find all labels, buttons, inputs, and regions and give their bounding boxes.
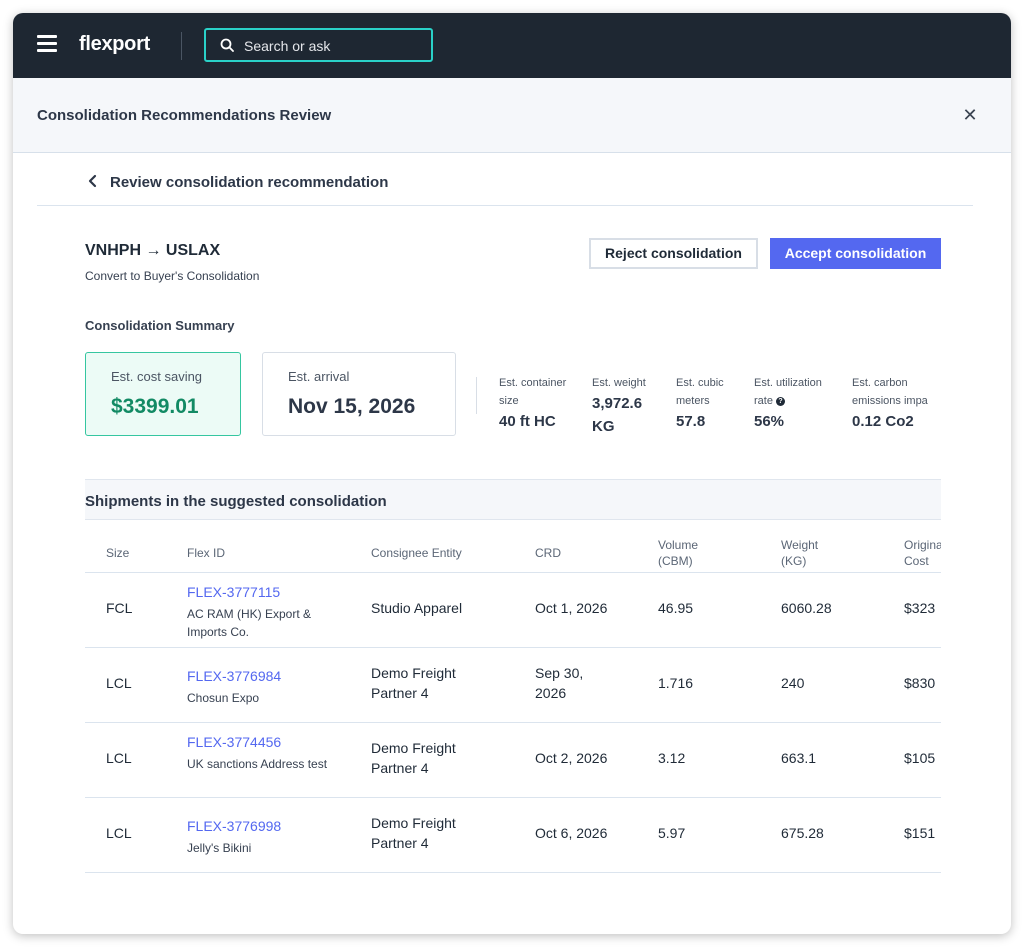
volume-cell: 46.95 — [658, 600, 694, 616]
cost-cell: $830 — [904, 675, 936, 691]
table-row[interactable]: LCL FLEX-3774456 UK sanctions Address te… — [85, 723, 941, 798]
column-header-consignee: Consignee Entity — [371, 546, 462, 560]
flexport-logo[interactable]: flexport — [79, 33, 150, 56]
metric-value: 0.12 Co2 — [852, 413, 914, 430]
shipper-name: AC RAM (HK) Export & Imports Co. — [187, 607, 312, 639]
crd-cell: Oct 6, 2026 — [535, 825, 608, 841]
column-header-flex-id: Flex ID — [187, 546, 226, 560]
column-header-weight: Weight (KG) — [781, 538, 819, 568]
cost-cell: $323 — [904, 600, 936, 616]
consignee-cell: Studio Apparel — [371, 600, 463, 616]
table-row[interactable]: FCL FLEX-3777115 AC RAM (HK) Export & Im… — [85, 573, 941, 648]
size-cell: FCL — [106, 600, 133, 616]
column-header-crd: CRD — [535, 546, 561, 560]
metrics-divider — [476, 377, 477, 414]
reject-consolidation-button[interactable]: Reject consolidation — [589, 238, 758, 269]
cost-cell: $105 — [904, 750, 936, 766]
crd-cell: Oct 1, 2026 — [535, 600, 608, 616]
route-subtitle: Convert to Buyer's Consolidation — [85, 269, 260, 283]
summary-title: Consolidation Summary — [85, 318, 235, 333]
accept-consolidation-button[interactable]: Accept consolidation — [770, 238, 941, 269]
app-window: flexport Consolidation Recommendations R… — [13, 13, 1011, 934]
back-link[interactable]: Review consolidation recommendation — [110, 174, 388, 191]
close-icon[interactable]: ✕ — [960, 105, 980, 125]
cost-saving-label: Est. cost saving — [111, 369, 203, 384]
volume-cell: 1.716 — [658, 675, 694, 691]
back-row: Review consolidation recommendation — [37, 153, 973, 206]
column-header-size: Size — [106, 546, 130, 560]
cost-saving-value: $3399.01 — [111, 395, 199, 418]
consignee-cell: Demo Freight Partner 4 — [371, 740, 456, 776]
shipments-table: Size Flex ID Consignee Entity CRD Volume… — [85, 520, 941, 875]
volume-cell: 3.12 — [658, 750, 686, 766]
metric-value: 57.8 — [676, 413, 706, 430]
panel-title: Consolidation Recommendations Review — [37, 107, 332, 124]
size-cell: LCL — [106, 675, 132, 691]
panel-header: Consolidation Recommendations Review ✕ — [13, 78, 1011, 153]
shipments-title: Shipments in the suggested consolidation — [85, 493, 387, 510]
cost-saving-card: Est. cost saving $3399.01 — [85, 352, 241, 436]
search-input[interactable] — [244, 36, 424, 56]
cost-cell: $151 — [904, 825, 936, 841]
consignee-cell: Demo Freight Partner 4 — [371, 665, 456, 701]
consignee-cell: Demo Freight Partner 4 — [371, 815, 456, 851]
size-cell: LCL — [106, 825, 132, 841]
metric-label: Est. utilization rate — [754, 377, 822, 407]
arrival-card: Est. arrival Nov 15, 2026 — [262, 352, 456, 436]
size-cell: LCL — [106, 750, 132, 766]
chevron-left-icon[interactable] — [87, 174, 99, 188]
column-header-volume: Volume (CBM) — [658, 538, 699, 568]
weight-cell: 240 — [781, 675, 805, 691]
route-title: VNHPH → USLAX — [85, 242, 221, 259]
metric-cubic-meters: Est. cubic meters 57.8 — [676, 374, 738, 433]
crd-cell: Sep 30, 2026 — [535, 665, 584, 701]
metric-weight: Est. weight 3,972.6 KG — [592, 374, 662, 438]
arrival-value: Nov 15, 2026 — [288, 395, 416, 418]
search-box[interactable] — [204, 28, 433, 62]
column-header-original-cost: Origina Cost — [904, 538, 941, 568]
crd-cell: Oct 2, 2026 — [535, 750, 608, 766]
weight-cell: 675.28 — [781, 825, 824, 841]
shipper-name: UK sanctions Address test — [187, 757, 328, 771]
shipper-name: Chosun Expo — [187, 691, 260, 705]
menu-icon[interactable] — [37, 35, 57, 53]
shipments-section-header: Shipments in the suggested consolidation — [85, 479, 941, 520]
metric-container-size: Est. container size 40 ft HC — [499, 374, 581, 433]
metric-value: 40 ft HC — [499, 413, 556, 430]
volume-cell: 5.97 — [658, 825, 686, 841]
info-icon[interactable]: ? — [775, 397, 785, 406]
weight-cell: 6060.28 — [781, 600, 832, 616]
metric-label: Est. carbon emissions impa — [852, 377, 928, 407]
arrival-label: Est. arrival — [288, 369, 350, 384]
metric-label: Est. weight — [592, 377, 646, 389]
flex-id-link[interactable]: FLEX-3776984 — [187, 668, 281, 684]
metric-value: 3,972.6 KG — [592, 395, 643, 435]
table-row[interactable]: LCL FLEX-3776998 Jelly's Bikini Demo Fre… — [85, 798, 941, 873]
top-nav-bar: flexport — [13, 13, 1011, 78]
metric-label: Est. container size — [499, 377, 567, 407]
shipper-name: Jelly's Bikini — [187, 841, 252, 855]
metric-value: 56% — [754, 413, 785, 430]
metric-label: Est. cubic meters — [676, 377, 724, 407]
flex-id-link[interactable]: FLEX-3774456 — [187, 734, 281, 750]
flex-id-link[interactable]: FLEX-3777115 — [187, 584, 280, 600]
metric-carbon-emissions: Est. carbon emissions impa 0.12 Co2 — [852, 374, 941, 433]
table-row[interactable]: LCL FLEX-3776984 Chosun Expo Demo Freigh… — [85, 648, 941, 723]
weight-cell: 663.1 — [781, 750, 817, 766]
search-icon — [220, 38, 234, 52]
flex-id-link[interactable]: FLEX-3776998 — [187, 818, 281, 834]
nav-divider — [181, 32, 182, 60]
metric-utilization-rate: Est. utilization rate? 56% — [754, 374, 838, 433]
